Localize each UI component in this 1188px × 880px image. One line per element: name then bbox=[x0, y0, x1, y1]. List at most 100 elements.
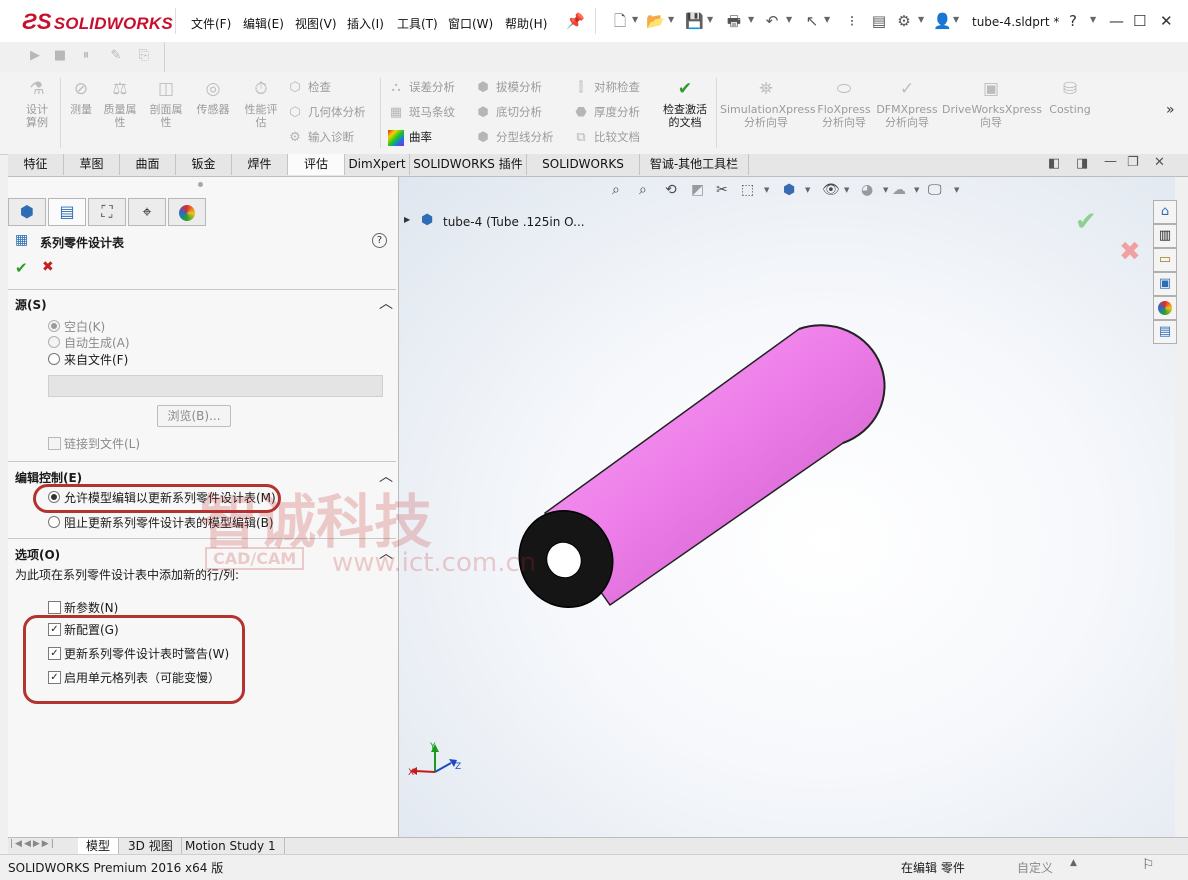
save-icon[interactable]: 💾 bbox=[685, 12, 704, 30]
mass-properties-button[interactable]: ⚖ 质量属性 bbox=[100, 78, 140, 129]
check-active-document-button[interactable]: ✔ 检查激活的文档 bbox=[656, 78, 714, 129]
chevron-down-icon[interactable]: ▼ bbox=[953, 15, 959, 24]
enable-cell-dropdown-checkbox[interactable]: ✓ bbox=[48, 671, 61, 684]
menu-tools[interactable]: 工具(T) bbox=[397, 15, 438, 32]
undercut-analysis-button[interactable]: ⬢ 底切分析 bbox=[475, 103, 542, 121]
tab-solidworks-mbd[interactable]: SOLIDWORKS MBD bbox=[527, 154, 640, 192]
curvature-button[interactable]: 曲率 bbox=[388, 128, 432, 146]
menu-edit[interactable]: 编辑(E) bbox=[243, 15, 284, 32]
confirm-ok-icon[interactable]: ✔ bbox=[1075, 207, 1097, 237]
menu-view[interactable]: 视图(V) bbox=[295, 15, 337, 32]
radio-allow-model-edits[interactable] bbox=[48, 491, 60, 503]
parting-line-analysis-button[interactable]: ⬢ 分型线分析 bbox=[475, 128, 553, 146]
tab-scroll-arrows-icon[interactable]: |◀◀▶▶| bbox=[10, 839, 56, 849]
panel-resize-grip[interactable] bbox=[198, 182, 203, 187]
tab-solidworks-addins[interactable]: SOLIDWORKS 插件 bbox=[410, 154, 527, 175]
tab-motion-study[interactable]: Motion Study 1 bbox=[177, 838, 285, 854]
deviation-analysis-button[interactable]: ⛬ 误差分析 bbox=[388, 78, 455, 96]
collapse-chevron-icon[interactable]: ︿ bbox=[379, 293, 393, 313]
chevron-down-icon[interactable]: ▼ bbox=[954, 186, 959, 194]
chevron-down-icon[interactable]: ▼ bbox=[918, 15, 924, 24]
home-icon[interactable]: ⌂ bbox=[1153, 200, 1177, 224]
tab-features[interactable]: 特征 bbox=[8, 154, 64, 175]
chevron-down-icon[interactable]: ▼ bbox=[805, 186, 810, 194]
file-path-field[interactable] bbox=[48, 375, 383, 397]
chevron-down-icon[interactable]: ▼ bbox=[914, 186, 919, 194]
stop-macro-icon[interactable]: ■ bbox=[52, 48, 68, 64]
warn-on-update-checkbox[interactable]: ✓ bbox=[48, 647, 61, 660]
part-model[interactable]: Y X Z bbox=[399, 177, 1175, 837]
select-arrow-icon[interactable]: ↖ bbox=[803, 12, 821, 30]
chevron-down-icon[interactable]: ▼ bbox=[824, 15, 830, 24]
zebra-stripes-button[interactable]: ▦ 斑马条纹 bbox=[388, 103, 455, 121]
more-commands-icon[interactable]: » bbox=[1166, 102, 1175, 118]
browse-button[interactable]: 浏览(B)... bbox=[157, 405, 231, 427]
display-manager-tab[interactable] bbox=[168, 198, 206, 226]
menu-insert[interactable]: 插入(I) bbox=[347, 15, 384, 32]
simulationxpress-button[interactable]: ⛯ SimulationXpress 分析向导 bbox=[720, 78, 816, 129]
source-section-heading[interactable]: 源(S) bbox=[15, 296, 47, 313]
quick-tips-icon[interactable]: ⚐ bbox=[1142, 857, 1155, 873]
cancel-button[interactable]: ✖ bbox=[42, 259, 54, 275]
performance-evaluation-button[interactable]: ⏱ 性能评估 bbox=[240, 78, 282, 129]
radio-blank[interactable] bbox=[48, 320, 60, 332]
section-properties-button[interactable]: ◫ 剖面属性 bbox=[145, 78, 187, 129]
view-settings-icon[interactable]: 🖵 bbox=[928, 182, 942, 198]
help-icon[interactable]: ? bbox=[372, 233, 387, 248]
property-manager-tab[interactable]: ▤ bbox=[48, 198, 86, 226]
solidworks-logo[interactable]: ƧS SOLIDWORKS bbox=[22, 9, 173, 35]
radio-block-model-edits[interactable] bbox=[48, 516, 60, 528]
measure-button[interactable]: ⊘ 测量 bbox=[64, 78, 98, 116]
file-explorer-icon[interactable]: ▭ bbox=[1153, 248, 1177, 272]
tab-3d-views[interactable]: 3D 视图 bbox=[120, 838, 182, 854]
radio-from-file[interactable] bbox=[48, 353, 60, 365]
pin-icon[interactable]: 📌 bbox=[566, 12, 585, 30]
edit-macro-icon[interactable]: ✎ bbox=[108, 48, 124, 64]
menu-file[interactable]: 文件(F) bbox=[191, 15, 231, 32]
new-document-icon[interactable]: 🗋 bbox=[611, 12, 629, 30]
chevron-down-icon[interactable]: ▼ bbox=[844, 186, 849, 194]
tab-evaluate[interactable]: 评估 bbox=[288, 154, 345, 175]
costing-button[interactable]: ⛁ Costing bbox=[1044, 78, 1096, 116]
expand-arrow-icon[interactable]: ▶ bbox=[404, 215, 410, 224]
chevron-down-icon[interactable]: ▼ bbox=[883, 186, 888, 194]
graphics-viewport[interactable]: Y X Z ⌕ ⌕ ⟲ ◩ ✂ ⬚ ▼ ⬢ ▼ 👁 ▼ ◕ ▼ ☁ ▼ 🖵 ▼ … bbox=[399, 177, 1175, 837]
chevron-up-icon[interactable]: ▲ bbox=[1070, 858, 1077, 868]
confirm-cancel-icon[interactable]: ✖ bbox=[1119, 237, 1141, 267]
dimxpert-manager-tab[interactable]: ⌖ bbox=[128, 198, 166, 226]
tree-root-label[interactable]: tube-4 (Tube .125in O... bbox=[443, 215, 585, 229]
hide-show-items-icon[interactable]: 👁 bbox=[822, 182, 840, 198]
tile-right-icon[interactable]: ◨ bbox=[1076, 156, 1088, 171]
appearances-icon[interactable] bbox=[1153, 296, 1177, 320]
run-macro-icon[interactable]: ▶ bbox=[27, 48, 43, 64]
view-palette-icon[interactable]: ▣ bbox=[1153, 272, 1177, 296]
tube-body[interactable] bbox=[502, 324, 886, 624]
chevron-down-icon[interactable]: ▼ bbox=[786, 15, 792, 24]
tab-sketch[interactable]: 草图 bbox=[64, 154, 120, 175]
menu-window[interactable]: 窗口(W) bbox=[448, 15, 493, 32]
driveworksxpress-button[interactable]: ▣ DriveWorksXpress 向导 bbox=[942, 78, 1042, 129]
chevron-down-icon[interactable]: ▼ bbox=[764, 186, 769, 194]
traffic-light-icon[interactable]: ⁝ bbox=[843, 12, 861, 30]
tab-model[interactable]: 模型 bbox=[78, 838, 120, 854]
record-macro-icon[interactable]: ⎘ bbox=[136, 48, 152, 64]
open-folder-icon[interactable]: 📂 bbox=[646, 12, 665, 30]
help-icon[interactable]: ? bbox=[1069, 12, 1077, 30]
feature-manager-tab[interactable]: ⬢ bbox=[8, 198, 46, 226]
doc-close-button[interactable]: ✕ bbox=[1154, 155, 1165, 170]
tab-dimxpert[interactable]: DimXpert bbox=[345, 154, 410, 175]
doc-restore-button[interactable]: ❐ bbox=[1127, 155, 1139, 170]
chevron-down-icon[interactable]: ▼ bbox=[748, 15, 754, 24]
apply-scene-icon[interactable]: ☁ bbox=[892, 182, 906, 198]
radio-auto-create[interactable] bbox=[48, 336, 60, 348]
section-view-icon[interactable]: ◩ bbox=[691, 182, 704, 198]
menu-help[interactable]: 帮助(H) bbox=[505, 15, 547, 32]
doc-minimize-button[interactable]: — bbox=[1104, 154, 1117, 169]
geometry-analysis-button[interactable]: ⬡ 几何体分析 bbox=[287, 103, 365, 121]
draft-analysis-button[interactable]: ⬢ 拔模分析 bbox=[475, 78, 542, 96]
print-icon[interactable]: 🖶 bbox=[725, 12, 743, 30]
compare-documents-button[interactable]: ⧉ 比较文档 bbox=[573, 128, 640, 146]
view-orientation-icon[interactable]: ⬚ bbox=[741, 182, 754, 198]
link-to-file-checkbox[interactable] bbox=[48, 437, 61, 450]
options-section-heading[interactable]: 选项(O) bbox=[15, 546, 60, 563]
